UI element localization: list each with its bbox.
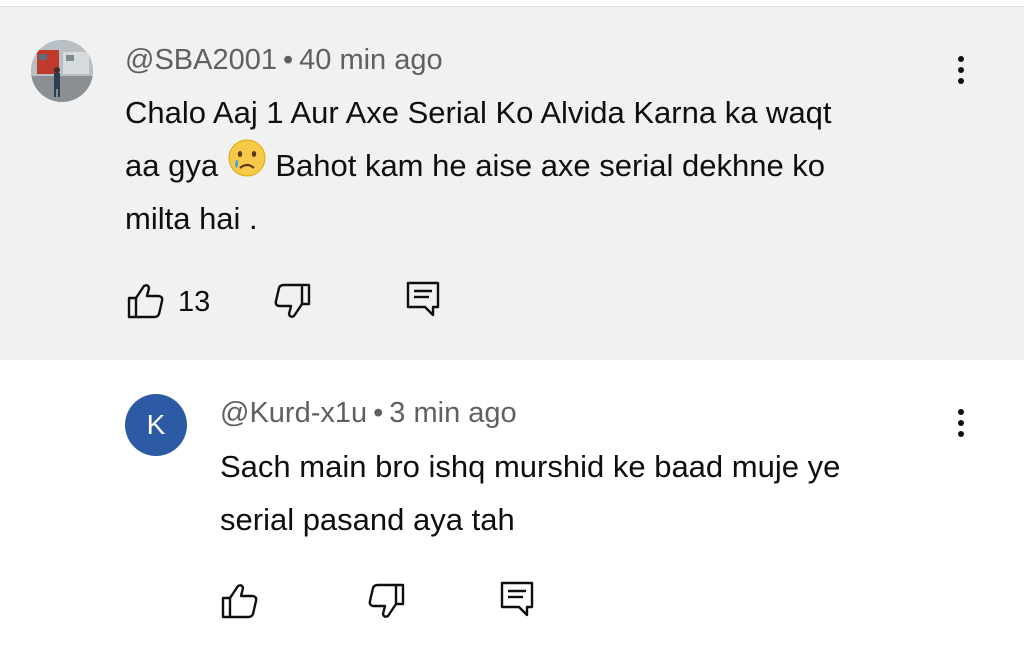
- author-name[interactable]: @Kurd-x1u: [220, 397, 367, 429]
- thumbs-down-icon[interactable]: [366, 582, 406, 625]
- more-vert-icon[interactable]: [946, 50, 976, 90]
- reply-icon[interactable]: [405, 280, 441, 323]
- like-count: 13: [178, 286, 211, 318]
- comment-text-part: Bahot kam he aise axe serial dekhne ko: [266, 148, 826, 183]
- author-name[interactable]: @SBA2001: [125, 44, 277, 76]
- avatar-photo-image: [31, 40, 93, 102]
- avatar[interactable]: K: [125, 394, 187, 456]
- more-vert-icon[interactable]: [946, 403, 976, 443]
- meta-separator: •: [282, 44, 294, 76]
- crying-face-icon: [227, 138, 267, 194]
- top-divider: [0, 0, 1024, 7]
- comment-text-line-2: serial pasand aya tah: [220, 502, 515, 537]
- comment-text-part: aa gya: [125, 148, 227, 183]
- reply-icon[interactable]: [499, 580, 535, 623]
- comment-text-line-1: Sach main bro ishq murshid ke baad muje …: [220, 449, 841, 484]
- thumbs-down-icon[interactable]: [272, 282, 312, 325]
- timestamp[interactable]: 3 min ago: [389, 397, 516, 429]
- avatar-letter: K: [146, 409, 166, 440]
- avatar[interactable]: [31, 40, 93, 102]
- comment-text-line-1: Chalo Aaj 1 Aur Axe Serial Ko Alvida Kar…: [125, 95, 832, 130]
- comment-text-line-3: milta hai .: [125, 201, 258, 236]
- meta-separator: •: [373, 397, 384, 429]
- comment-text-line-2: aa gya Bahot kam he aise axe serial dekh…: [125, 139, 825, 194]
- timestamp[interactable]: 40 min ago: [299, 44, 443, 76]
- thumbs-up-icon[interactable]: [126, 282, 166, 325]
- comment-meta: @Kurd-x1u • 3 min ago: [220, 397, 517, 430]
- comment-meta: @SBA2001 • 40 min ago: [125, 44, 443, 77]
- thumbs-up-icon[interactable]: [220, 582, 260, 625]
